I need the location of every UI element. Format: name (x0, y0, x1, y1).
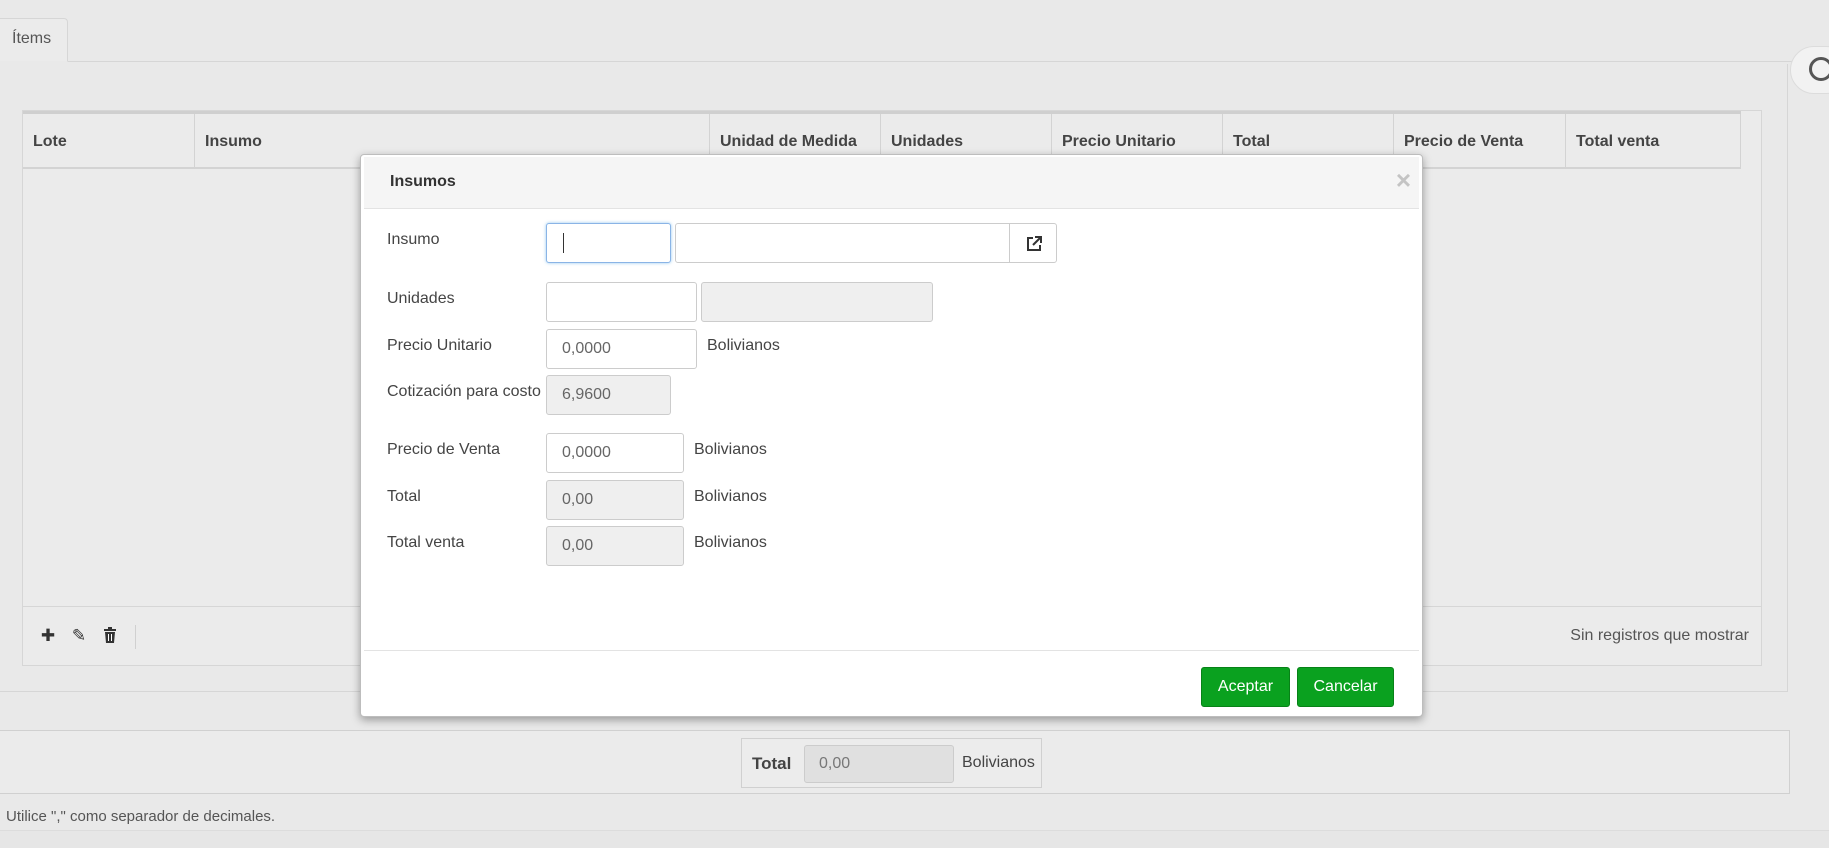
dialog-footer-divider (364, 650, 1419, 651)
text-caret (563, 233, 564, 253)
cotizacion-field: 6,9600 (546, 375, 671, 415)
dialog-title: Insumos (390, 173, 456, 190)
insumo-label: Insumo (387, 231, 440, 248)
insumos-dialog: Insumos × Insumo Unidades Precio Unitari… (360, 154, 1423, 717)
precio-unitario-unit: Bolivianos (707, 337, 780, 354)
precio-venta-unit: Bolivianos (694, 441, 767, 458)
total-field: 0,00 (546, 480, 684, 520)
unidades-unit-field (701, 282, 933, 322)
total-venta-label: Total venta (387, 534, 465, 551)
total-label: Total (387, 488, 421, 505)
precio-venta-label: Precio de Venta (387, 441, 500, 458)
precio-unitario-label: Precio Unitario (387, 337, 492, 354)
unidades-input[interactable] (546, 282, 697, 322)
total-venta-field: 0,00 (546, 526, 684, 566)
precio-venta-input[interactable]: 0,0000 (546, 433, 684, 473)
precio-unitario-input[interactable]: 0,0000 (546, 329, 697, 369)
total-unit: Bolivianos (694, 488, 767, 505)
insumo-code-input[interactable] (546, 223, 671, 263)
close-icon[interactable]: × (1396, 167, 1411, 193)
cancel-button[interactable]: Cancelar (1297, 667, 1394, 707)
unidades-label: Unidades (387, 290, 455, 307)
insumo-description-input[interactable] (675, 223, 1011, 263)
external-link-icon (1027, 236, 1042, 251)
accept-button[interactable]: Aceptar (1201, 667, 1290, 707)
total-venta-unit: Bolivianos (694, 534, 767, 551)
open-external-button[interactable] (1009, 223, 1057, 263)
dialog-header: Insumos × (364, 157, 1419, 209)
cotizacion-label: Cotización para costo (387, 383, 541, 400)
